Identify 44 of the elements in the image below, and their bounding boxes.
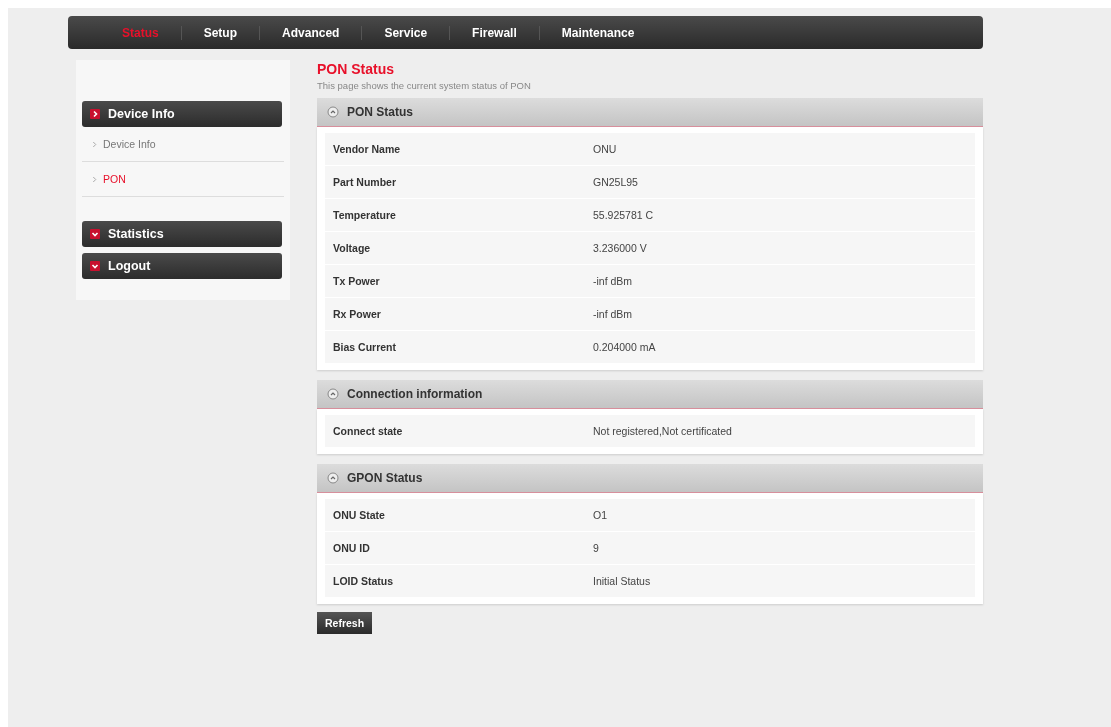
field-label: Vendor Name [333, 143, 402, 155]
field-label: ONU ID [333, 542, 371, 554]
nav-tab[interactable]: Firewall [450, 25, 539, 40]
sidebar-item[interactable]: Device Info [82, 127, 284, 162]
field-value: -inf dBm [593, 275, 633, 287]
field-label: Temperature [333, 209, 397, 221]
field-label: Tx Power [333, 275, 381, 287]
field-value: -inf dBm [593, 308, 633, 320]
sidebar-group-header[interactable]: Logout [82, 253, 282, 279]
field-label: Part Number [333, 176, 397, 188]
nav-tab[interactable]: Advanced [260, 25, 362, 40]
sidebar-group-label: Logout [108, 259, 151, 273]
nav-tab[interactable]: Setup [181, 25, 260, 40]
sidebar-group-header[interactable]: Device Info [82, 101, 282, 127]
page-description: This page shows the current system status of PON [317, 80, 531, 91]
sidebar-group-header[interactable]: Statistics [82, 221, 282, 247]
field-label: Bias Current [333, 341, 397, 353]
section-header[interactable]: GPON Status [317, 464, 983, 493]
section-title: PON Status [347, 105, 413, 119]
field-value: 55.925781 C [593, 209, 654, 221]
section-title: GPON Status [347, 471, 423, 485]
field-value: 0.204000 mA [593, 341, 656, 353]
section-title: Connection information [347, 387, 483, 401]
field-label: Rx Power [333, 308, 382, 320]
refresh-button[interactable]: Refresh [317, 612, 373, 634]
nav-tab[interactable]: Service [362, 25, 450, 40]
nav-tab[interactable]: Maintenance [539, 25, 657, 40]
field-label: Connect state [333, 425, 404, 437]
field-value: GN25L95 [593, 176, 638, 188]
field-value: Not registered,Not certificated [593, 425, 732, 437]
sidebar-item[interactable]: PON [82, 162, 284, 197]
section-header[interactable]: Connection information [317, 380, 983, 409]
page-title: PON Status [317, 61, 394, 77]
field-value: ONU [593, 143, 617, 155]
field-label: Voltage [333, 242, 372, 254]
section-header[interactable]: PON Status [317, 98, 983, 127]
field-value: O1 [593, 509, 607, 521]
field-value: 9 [593, 542, 599, 554]
field-label: ONU State [333, 509, 386, 521]
sidebar-group-label: Device Info [108, 107, 175, 121]
field-value: 3.236000 V [593, 242, 647, 254]
field-label: LOID Status [333, 575, 395, 587]
field-value: Initial Status [593, 575, 651, 587]
sidebar-group-label: Statistics [108, 227, 164, 241]
